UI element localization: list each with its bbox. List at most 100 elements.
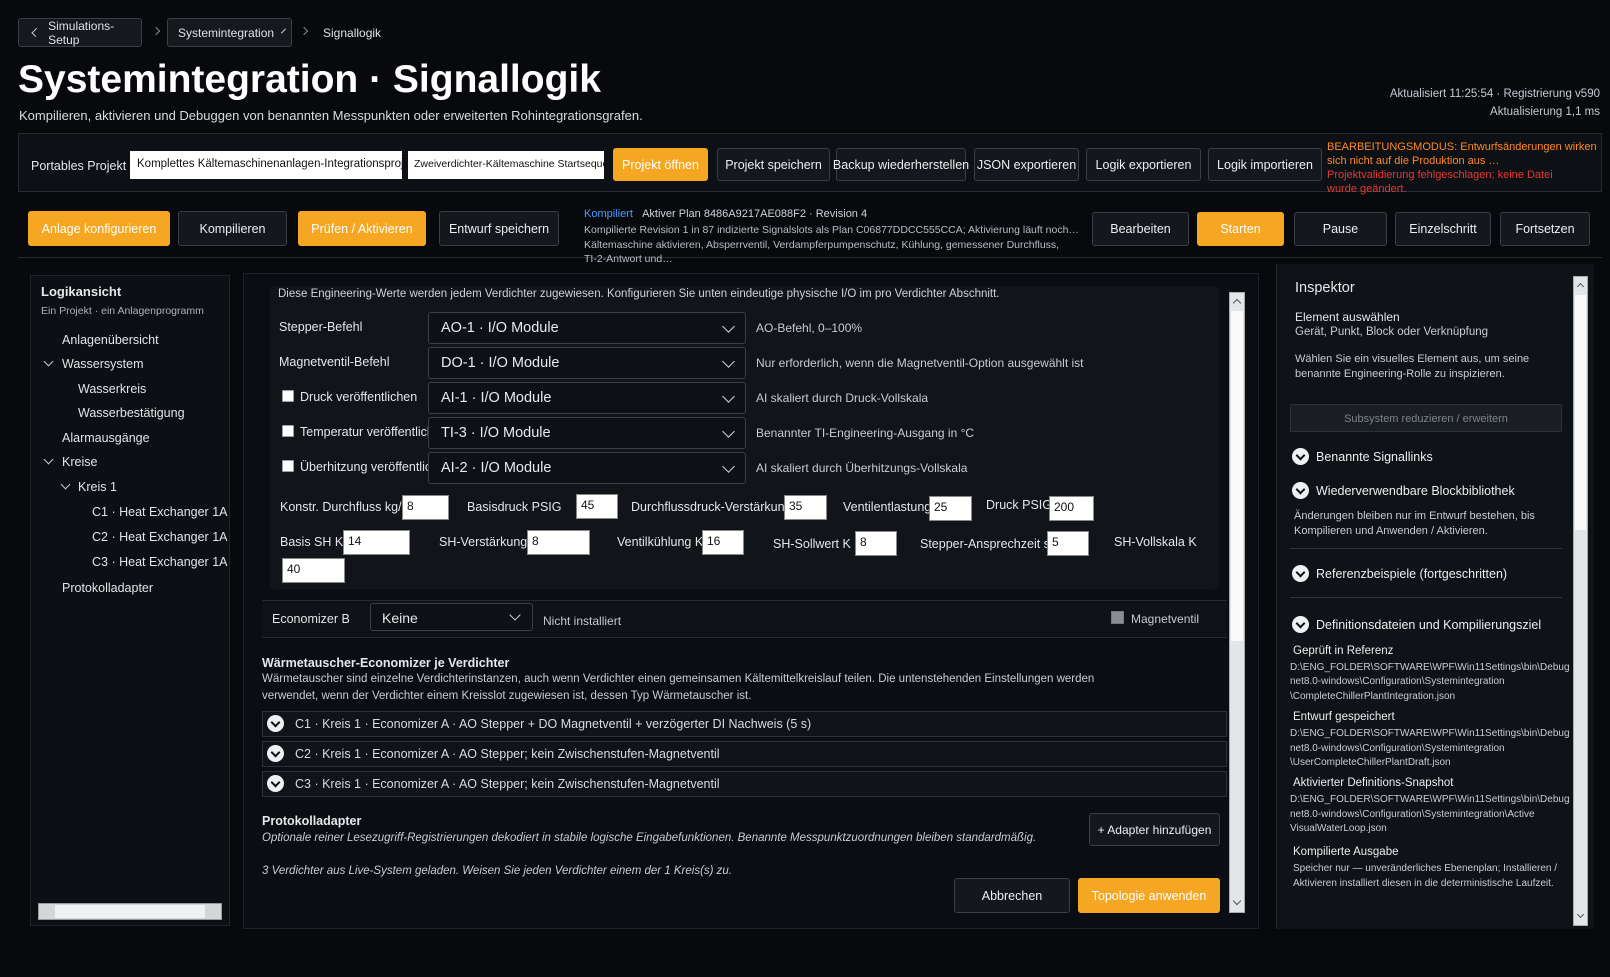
file-title-draft: Entwurf gespeichert: [1293, 711, 1395, 723]
chevron-down-icon[interactable]: [1232, 896, 1242, 906]
sidebar-item-c2[interactable]: C2 · Heat Exchanger 1A: [92, 530, 228, 544]
sidebar-item-protocol-adapter[interactable]: Protokolladapter: [62, 581, 153, 595]
valve-unload-input[interactable]: 25: [929, 496, 972, 521]
file-path-line: \CompleteChillerPlantIntegration.json: [1290, 691, 1456, 702]
compile-status: Kompiliert Aktiver Plan 8486A9217AE088F2…: [584, 208, 867, 220]
base-sh-input[interactable]: 14: [343, 530, 410, 555]
sidebar-item-c1[interactable]: C1 · Heat Exchanger 1A: [92, 505, 228, 519]
io-intro: Diese Engineering-Werte werden jedem Ver…: [278, 288, 1000, 300]
chevron-down-icon[interactable]: [1576, 910, 1585, 919]
hx-item-c2[interactable]: C2 · Kreis 1 · Economizer A · AO Stepper…: [262, 741, 1227, 767]
inspector-title: Inspektor: [1295, 280, 1355, 296]
chevron-down-icon[interactable]: [267, 775, 284, 792]
chevron-down-icon[interactable]: [1292, 482, 1309, 499]
import-logic-button[interactable]: Logik importieren: [1208, 148, 1322, 181]
stepper-command-select[interactable]: AO-1 · I/O Module: [428, 312, 746, 344]
section-definition-files[interactable]: Definitionsdateien und Kompilierungsziel: [1316, 618, 1541, 632]
configure-plant-button[interactable]: Anlage konfigurieren: [28, 211, 170, 246]
row-label: Stepper-Befehl: [279, 320, 363, 334]
scroll-thumb[interactable]: [1231, 311, 1243, 641]
section-reference-examples[interactable]: Referenzbeispiele (fortgeschritten): [1316, 567, 1507, 581]
page-subtitle: Kompilieren, aktivieren und Debuggen von…: [19, 108, 643, 123]
param-label: Konstr. Durchfluss kg/s: [280, 500, 408, 514]
sh-setpoint-input[interactable]: 8: [855, 531, 897, 556]
export-logic-button[interactable]: Logik exportieren: [1086, 148, 1201, 181]
hx-item-c1[interactable]: C1 · Kreis 1 · Economizer A · AO Stepper…: [262, 711, 1227, 737]
divider: [1290, 548, 1562, 549]
check-activate-button[interactable]: Prüfen / Aktivieren: [298, 211, 426, 246]
main-scrollbar[interactable]: [1229, 292, 1245, 913]
status-refresh: Aktualisierung 1,1 ms: [1490, 106, 1600, 118]
sidebar-item-overview[interactable]: Anlagenübersicht: [62, 333, 159, 347]
sidebar-item-circuit-1[interactable]: Kreis 1: [78, 480, 117, 494]
sidebar-horizontal-scrollbar[interactable]: [38, 903, 222, 920]
chevron-down-icon[interactable]: [267, 745, 284, 762]
edit-button[interactable]: Bearbeiten: [1092, 212, 1189, 246]
resume-button[interactable]: Fortsetzen: [1500, 212, 1590, 246]
project-name-input[interactable]: Komplettes Kältemaschinenanlagen-Integra…: [130, 151, 402, 179]
save-project-button[interactable]: Projekt speichern: [717, 148, 830, 181]
pressure-select[interactable]: AI-1 · I/O Module: [428, 382, 746, 414]
sidebar-item-circuits[interactable]: Kreise: [62, 455, 97, 469]
open-project-button[interactable]: Projekt öffnen: [613, 148, 708, 181]
compile-button[interactable]: Kompilieren: [178, 211, 287, 246]
chevron-up-icon[interactable]: [1232, 298, 1242, 308]
single-step-button[interactable]: Einzelschritt: [1395, 212, 1491, 246]
base-pressure-input[interactable]: 45: [576, 494, 618, 519]
param-label: Durchflussdruck-Verstärkung: [631, 500, 792, 514]
pause-button[interactable]: Pause: [1294, 212, 1387, 246]
section-block-library[interactable]: Wiederverwendbare Blockbibliothek: [1316, 484, 1515, 498]
chevron-down-icon: [281, 28, 287, 34]
compiled-output-title: Kompilierte Ausgabe: [1293, 846, 1399, 858]
chevron-down-icon[interactable]: [267, 715, 284, 732]
sequence-input[interactable]: Zweiverdichter-Kältemaschine Startsequen…: [408, 151, 604, 179]
sidebar-item-water-confirmation[interactable]: Wasserbestätigung: [78, 406, 185, 420]
design-flow-input[interactable]: 8: [402, 495, 449, 520]
sidebar-item-alarm-outputs[interactable]: Alarmausgänge: [62, 431, 150, 445]
hx-title: Wärmetauscher-Economizer je Verdichter: [262, 656, 510, 670]
start-button[interactable]: Starten: [1197, 212, 1284, 246]
sidebar-item-c3[interactable]: C3 · Heat Exchanger 1A: [92, 555, 228, 569]
save-draft-button[interactable]: Entwurf speichern: [439, 211, 559, 246]
publish-pressure-checkbox[interactable]: [282, 390, 294, 402]
chevron-down-icon[interactable]: [1292, 448, 1309, 465]
scroll-thumb[interactable]: [55, 905, 205, 918]
solenoid-command-select[interactable]: DO-1 · I/O Module: [428, 347, 746, 379]
compile-log-3: TI-2-Antwort und…: [584, 253, 673, 265]
sidebar-item-water-system[interactable]: Wassersystem: [62, 357, 144, 371]
sidebar-item-water-loop[interactable]: Wasserkreis: [78, 382, 146, 396]
file-path-line: D:\ENG_FOLDER\SOFTWARE\WPF\Win11Settings…: [1290, 662, 1570, 673]
file-path-line: VisualWaterLoop.json: [1290, 823, 1387, 834]
collapse-subsystem-button[interactable]: Subsystem reduzieren / erweitern: [1290, 404, 1562, 432]
temperature-select[interactable]: TI-3 · I/O Module: [428, 417, 746, 449]
breadcrumb-middle[interactable]: Systemintegration: [167, 18, 292, 47]
breadcrumb-back[interactable]: Simulations-Setup: [18, 18, 142, 47]
chevron-down-icon[interactable]: [1292, 565, 1309, 582]
publish-temperature-checkbox[interactable]: [282, 425, 294, 437]
flow-pressure-gain-input[interactable]: 35: [784, 495, 827, 520]
superheat-select[interactable]: AI-2 · I/O Module: [428, 452, 746, 484]
cancel-button[interactable]: Abbrechen: [954, 878, 1070, 913]
section-signal-links[interactable]: Benannte Signallinks: [1316, 450, 1433, 464]
publish-superheat-checkbox[interactable]: [282, 460, 294, 472]
solenoid-checkbox[interactable]: [1111, 611, 1124, 624]
stepper-response-input[interactable]: 5: [1047, 531, 1089, 556]
inspector-scrollbar[interactable]: [1573, 276, 1588, 926]
chevron-down-icon[interactable]: [1292, 616, 1309, 633]
valve-cooling-input[interactable]: 16: [702, 530, 744, 555]
page-title: Systemintegration · Signallogik: [18, 58, 601, 101]
sh-fullscale-input[interactable]: 40: [282, 558, 345, 583]
param-label: Basisdruck PSIG: [467, 500, 562, 514]
param-label: Ventilentlastung: [843, 500, 932, 514]
restore-backup-button[interactable]: Backup wiederherstellen: [833, 148, 969, 181]
economizer-b-select[interactable]: Keine: [370, 603, 533, 631]
chevron-up-icon[interactable]: [1576, 282, 1585, 291]
export-json-button[interactable]: JSON exportieren: [974, 148, 1079, 181]
apply-topology-button[interactable]: Topologie anwenden: [1078, 878, 1220, 913]
scroll-thumb[interactable]: [1575, 295, 1586, 530]
sh-gain-input[interactable]: 8: [527, 530, 590, 555]
inspector-select-title: Element auswählen: [1295, 310, 1400, 324]
hx-item-c3[interactable]: C3 · Kreis 1 · Economizer A · AO Stepper…: [262, 771, 1227, 797]
add-adapter-button[interactable]: + Adapter hinzufügen: [1089, 813, 1220, 846]
pressure-psig-input[interactable]: 200: [1049, 496, 1094, 521]
